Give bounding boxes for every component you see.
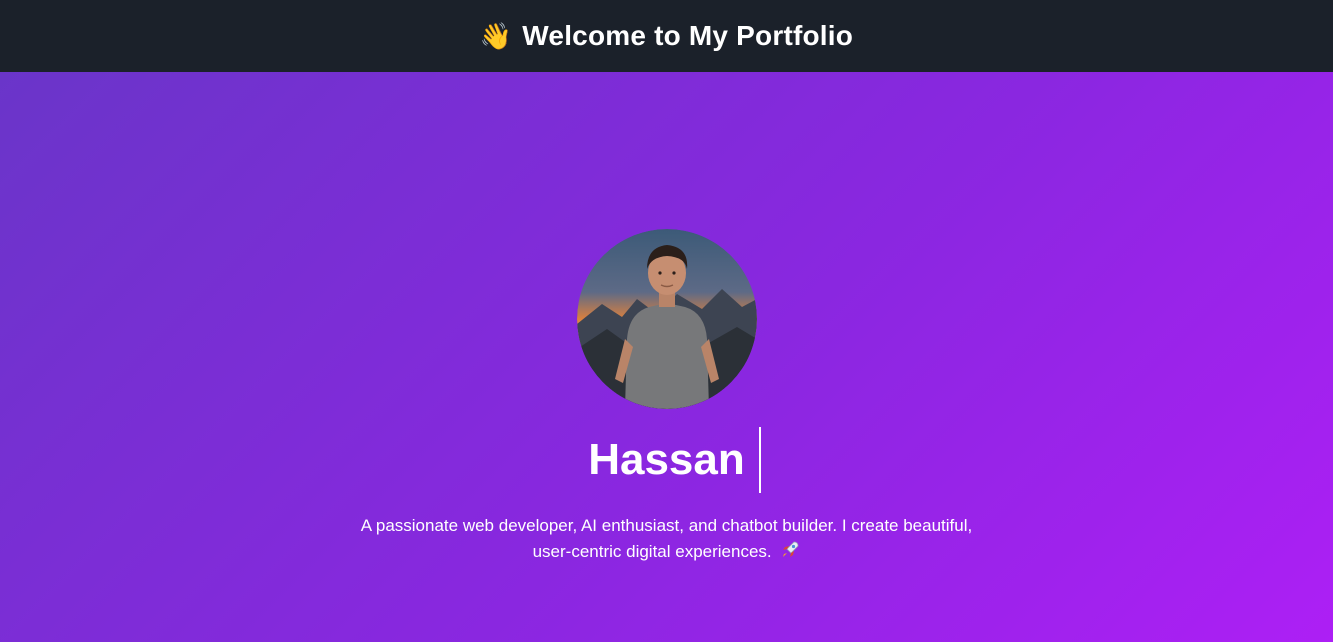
typing-cursor [758,427,761,493]
site-header: 👋 Welcome to My Portfolio [0,0,1333,72]
hero-name: Hassan [588,435,745,484]
name-row: Hassan [588,427,761,493]
avatar [576,229,757,409]
hero-section: Hassan A passionate web developer, AI en… [0,72,1333,642]
tagline-text: A passionate web developer, AI enthusias… [360,516,973,561]
waving-hand-icon: 👋 [479,21,513,51]
hero-tagline: A passionate web developer, AI enthusias… [347,513,987,565]
header-title: Welcome to My Portfolio [522,20,854,51]
rocket-icon [783,541,799,557]
